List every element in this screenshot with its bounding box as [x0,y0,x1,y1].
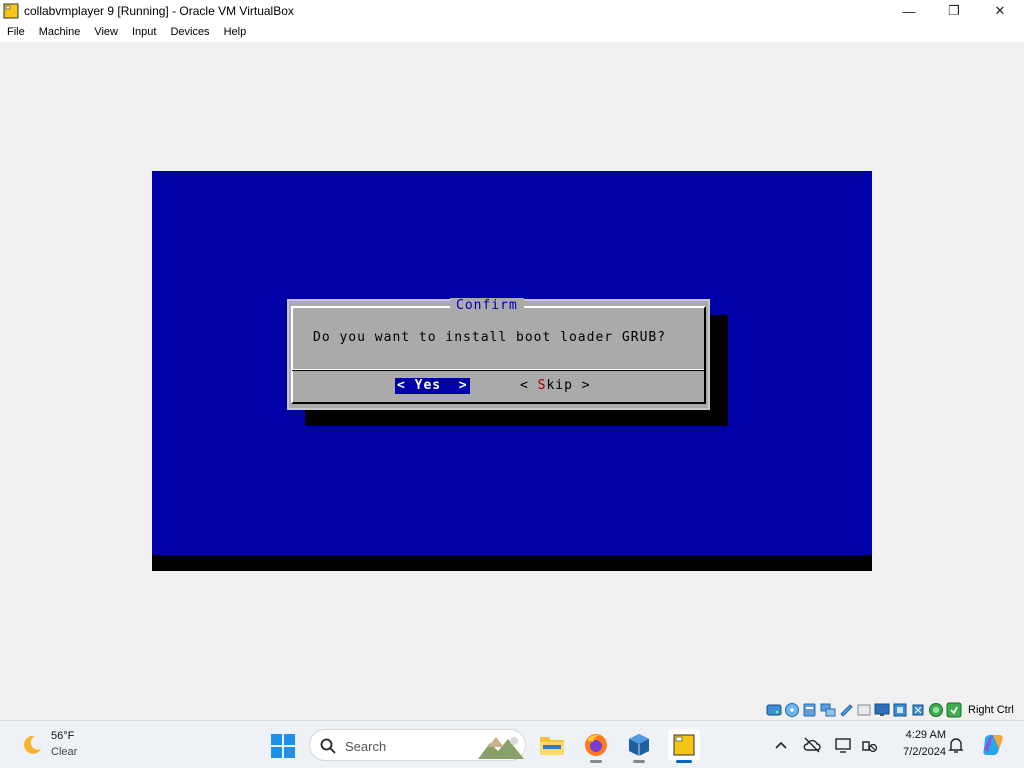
firefox-button[interactable] [580,729,612,763]
optical-drive-icon[interactable] [784,702,800,718]
weather-condition: Clear [51,746,78,758]
clock-time[interactable]: 4:29 AM [890,729,946,741]
maximize-button[interactable]: ❐ [931,0,977,22]
skip-button[interactable]: < Skip > [520,378,591,394]
window-title: collabvmplayer 9 [Running] - Oracle VM V… [24,4,294,18]
virtualbox-running-indicator [633,760,645,763]
close-button[interactable]: ✕ [977,0,1023,22]
taskbar-search-box[interactable]: Search [309,729,526,761]
minimize-button[interactable]: — [886,0,932,22]
dialog-separator [292,369,704,371]
collabvm-icon [673,734,695,756]
shared-folders-icon[interactable] [856,702,872,718]
search-placeholder: Search [345,739,387,754]
dialog-frame [291,306,706,404]
menu-file[interactable]: File [7,26,25,38]
cloud-offline-icon[interactable] [803,736,821,754]
window-titlebar[interactable]: collabvmplayer 9 [Running] - Oracle VM V… [0,0,1024,22]
collabvm-active-indicator [676,760,692,763]
dialog-message: Do you want to install boot loader GRUB? [313,330,667,345]
menu-view[interactable]: View [94,26,118,38]
virtualbox-icon [629,734,649,756]
chevron-up-icon[interactable] [774,738,788,752]
network-icon[interactable] [820,702,836,718]
firefox-icon [585,734,607,756]
display-settings-icon[interactable] [834,736,852,754]
audio-icon[interactable] [802,702,818,718]
dialog-title: Confirm [450,298,524,314]
file-explorer-icon [540,737,564,755]
vm-display-bottom-bar [152,555,872,571]
menu-help[interactable]: Help [224,26,247,38]
search-icon [320,738,336,754]
skip-prefix: < [520,378,538,393]
keyboard-capture-icon[interactable] [946,702,962,718]
menu-bar: File Machine View Input Devices Help [0,22,1024,42]
vbox-status-bar: Right Ctrl [766,700,1014,720]
virtualbox-button[interactable] [623,729,655,763]
menu-devices[interactable]: Devices [170,26,209,38]
moon-icon [24,735,41,754]
skip-rest: kip > [546,378,591,393]
guest-additions-icon[interactable] [928,702,944,718]
windows-start-icon[interactable] [270,733,296,759]
clock-date[interactable]: 7/2/2024 [890,746,946,758]
copilot-icon[interactable] [980,732,1006,758]
firefox-running-indicator [590,760,602,763]
menu-input[interactable]: Input [132,26,156,38]
menu-machine[interactable]: Machine [39,26,81,38]
yes-button[interactable]: < Yes > [395,378,470,394]
hard-disk-icon[interactable] [766,702,782,718]
windows-taskbar: 56°F Clear Search 4:29 AM 7/2/2024 [0,720,1024,768]
video-capture-icon[interactable] [892,702,908,718]
host-key-label: Right Ctrl [968,704,1014,716]
usb-icon[interactable] [838,702,854,718]
search-highlight-icon [478,737,524,759]
notification-bell-icon[interactable] [948,736,964,754]
weather-temperature: 56°F [51,730,75,742]
virtualbox-app-icon [3,3,19,19]
cpu-icon[interactable] [910,702,926,718]
close-icon: ✕ [994,3,1006,18]
collabvm-button[interactable] [668,729,700,763]
display-icon[interactable] [874,702,890,718]
minimize-icon: — [902,3,916,19]
restore-icon: ❐ [948,3,960,18]
file-explorer-button[interactable] [536,729,568,761]
network-muted-icon[interactable] [860,736,878,754]
